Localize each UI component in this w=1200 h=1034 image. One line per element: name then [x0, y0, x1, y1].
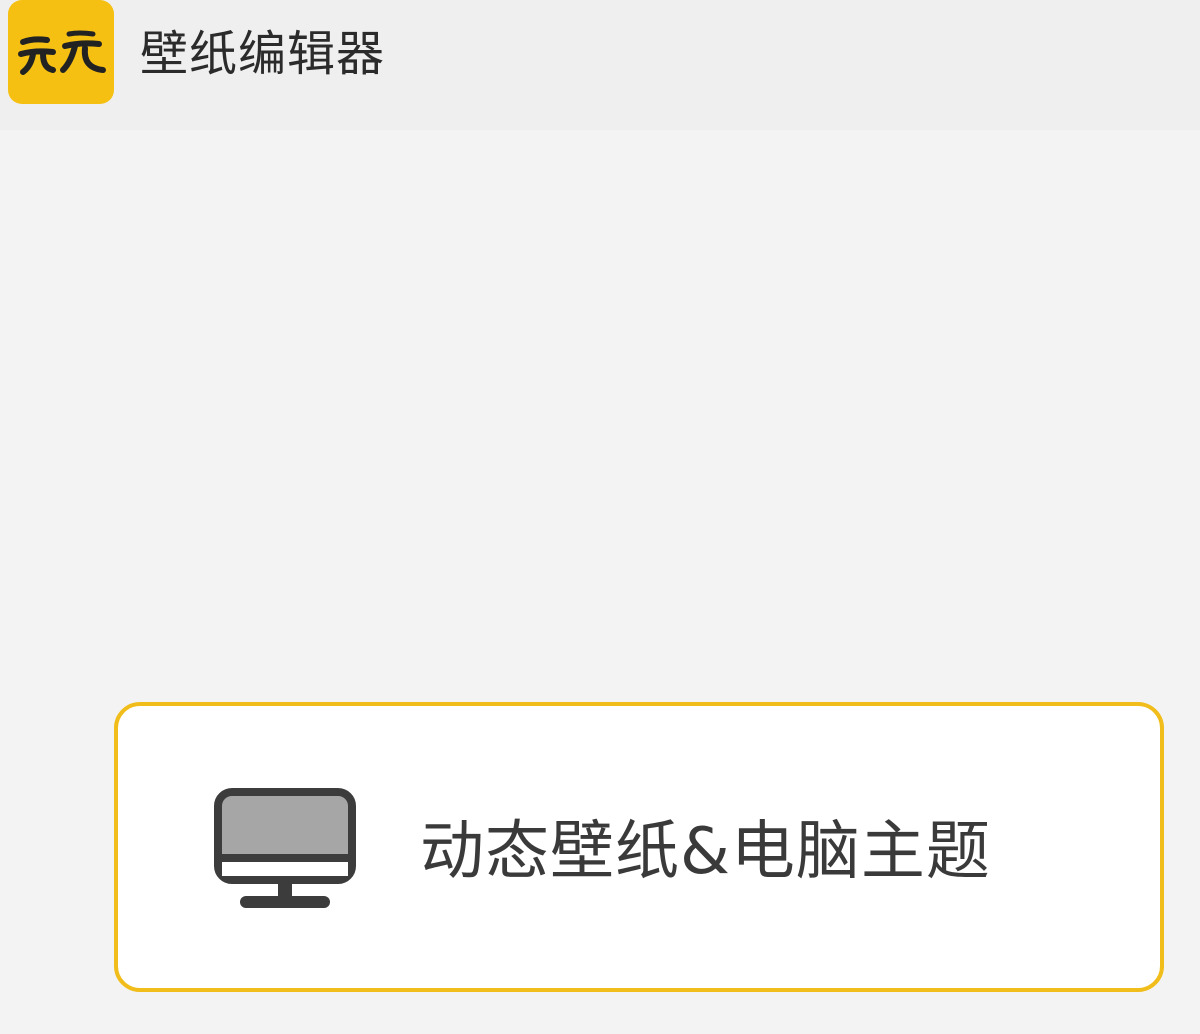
app-window: 壁纸编辑器 动态壁纸&电脑主题 [0, 0, 1200, 1034]
app-logo [8, 0, 114, 104]
card-label: 动态壁纸&电脑主题 [420, 815, 991, 889]
monitor-icon [212, 786, 358, 916]
title-bar: 壁纸编辑器 [0, 0, 1200, 130]
app-logo-glyph [18, 30, 106, 75]
app-title: 壁纸编辑器 [140, 26, 386, 82]
